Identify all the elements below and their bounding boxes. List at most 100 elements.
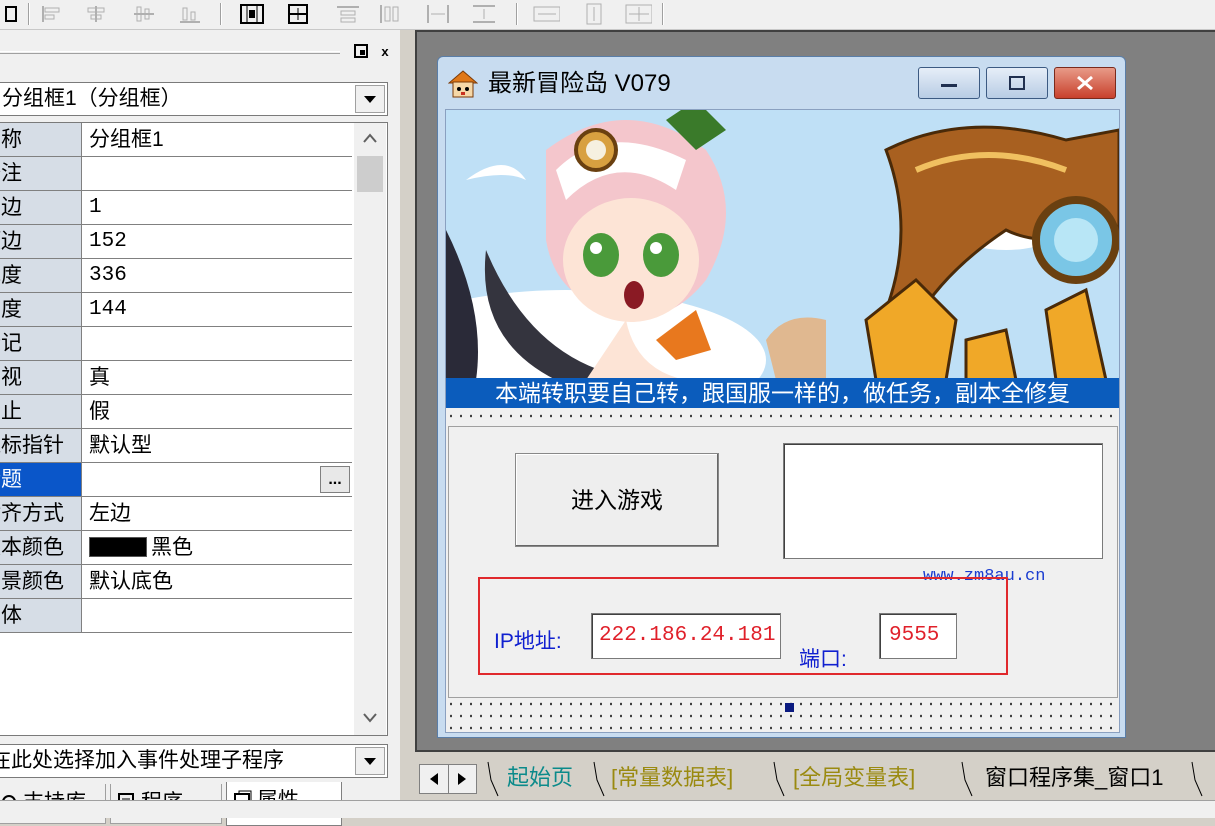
banner-caption: 本端转职要自己转，跟国服一样的，做任务，副本全修复 (446, 378, 1119, 408)
close-panel-icon[interactable]: x (376, 42, 394, 60)
port-label: 端口: (799, 648, 847, 671)
event-selector[interactable]: 在此处选择加入事件处理子程序 (0, 744, 388, 778)
distribute-h-icon[interactable] (334, 2, 362, 26)
ellipsis-button[interactable]: ... (320, 466, 350, 493)
toolbar-separator (516, 3, 518, 25)
property-value[interactable]: 152 (84, 225, 352, 258)
property-row[interactable]: 左边 1 (0, 191, 352, 225)
property-scrollbar[interactable] (354, 123, 386, 735)
chevron-down-icon[interactable] (355, 85, 385, 113)
scroll-up-icon[interactable] (363, 131, 377, 147)
tab-start-page[interactable]: 起始页 (507, 760, 573, 796)
tab-constants-table[interactable]: [常量数据表] (611, 760, 733, 796)
property-value[interactable] (84, 463, 352, 496)
property-value[interactable]: 144 (84, 293, 352, 326)
tab-window-program-set[interactable]: 窗口程序集_窗口1 (985, 760, 1163, 796)
tab-separator (487, 761, 499, 797)
toolbar-separator (220, 3, 222, 25)
property-value[interactable]: 黑色 (84, 531, 352, 564)
color-name: 黑色 (151, 536, 193, 559)
property-value[interactable]: 真 (84, 361, 352, 394)
property-value[interactable]: 默认底色 (84, 565, 352, 598)
property-row[interactable]: 名称 分组框1 (0, 123, 352, 157)
property-row[interactable]: 标记 (0, 327, 352, 361)
group-box[interactable]: 进入游戏 www.zm8au.cn IP地址: 222.186.24.181 端… (448, 426, 1118, 698)
property-row[interactable]: 对齐方式 左边 (0, 497, 352, 531)
scroll-down-icon[interactable] (363, 711, 377, 727)
ip-address-input[interactable]: 222.186.24.181 (591, 613, 781, 659)
property-value[interactable] (84, 157, 352, 190)
chevron-down-icon[interactable] (355, 747, 385, 775)
property-row[interactable]: 禁止 假 (0, 395, 352, 429)
minimize-button[interactable] (918, 67, 980, 99)
form-title: 最新冒险岛 V079 (488, 70, 671, 97)
center-form-icon[interactable] (624, 2, 652, 26)
tab-separator (773, 761, 785, 797)
close-button[interactable] (1054, 67, 1116, 99)
restore-panel-icon[interactable] (352, 42, 370, 60)
panel-grip[interactable] (0, 51, 340, 54)
align-left-icon[interactable] (38, 2, 66, 26)
tab-separator (961, 761, 973, 797)
form-title-bar: 最新冒险岛 V079 (438, 57, 1125, 109)
distribute-v-icon[interactable] (376, 2, 404, 26)
toolbar-edge-icon[interactable] (0, 2, 22, 26)
property-value[interactable] (84, 599, 352, 632)
picture-box[interactable] (783, 443, 1103, 559)
property-name: 文本颜色 (0, 531, 82, 564)
same-width-icon[interactable] (238, 2, 266, 26)
property-name: 禁止 (0, 395, 82, 428)
property-panel: x 分组框1（分组框） 名称 分组框1 备注 左边 1 顶边 152 宽度 33… (0, 30, 400, 826)
ip-label: IP地址: (494, 630, 562, 653)
property-grid: 名称 分组框1 备注 左边 1 顶边 152 宽度 336 高度 144 标记 … (0, 122, 388, 736)
property-value[interactable]: 1 (84, 191, 352, 224)
port-input[interactable]: 9555 (879, 613, 957, 659)
property-row[interactable]: 顶边 152 (0, 225, 352, 259)
alignment-toolbar (0, 0, 1215, 30)
space-v-icon[interactable] (470, 2, 498, 26)
property-row[interactable]: 鼠标指针 默认型 (0, 429, 352, 463)
toolbar-separator (28, 3, 30, 25)
center-v-icon[interactable] (580, 2, 608, 26)
property-value[interactable]: 336 (84, 259, 352, 292)
same-height-icon[interactable] (284, 2, 312, 26)
property-name: 鼠标指针 (0, 429, 82, 462)
tab-global-variables[interactable]: [全局变量表] (793, 760, 915, 796)
banner-image: 本端转职要自己转，跟国服一样的，做任务，副本全修复 (446, 110, 1119, 408)
property-row[interactable]: 文本颜色 黑色 (0, 531, 352, 565)
property-value[interactable] (84, 327, 352, 360)
close-icon (1077, 75, 1093, 91)
property-row[interactable]: 字体 (0, 599, 352, 633)
property-value[interactable]: 假 (84, 395, 352, 428)
property-name: 对齐方式 (0, 497, 82, 530)
property-row[interactable]: 备注 (0, 157, 352, 191)
property-row[interactable]: 背景颜色 默认底色 (0, 565, 352, 599)
scrollbar-thumb[interactable] (357, 156, 383, 192)
property-row[interactable]: 可视 真 (0, 361, 352, 395)
object-selector[interactable]: 分组框1（分组框） (0, 82, 388, 116)
property-value[interactable]: 左边 (84, 497, 352, 530)
align-center-h-icon[interactable] (82, 2, 110, 26)
tab-prev-icon[interactable] (420, 765, 449, 793)
maple-icon (447, 69, 479, 99)
center-h-icon[interactable] (532, 2, 560, 26)
align-center-v-icon[interactable] (130, 2, 158, 26)
property-row-selected[interactable]: 标题 ... (0, 463, 352, 497)
maximize-button[interactable] (986, 67, 1048, 99)
property-name: 左边 (0, 191, 82, 224)
form-window[interactable]: 最新冒险岛 V079 本端转职要自己转，跟国服一样的，做任务，副本全修复 进入游… (437, 56, 1126, 738)
resize-handle[interactable] (785, 703, 794, 712)
property-value[interactable]: 分组框1 (84, 123, 352, 156)
tab-next-icon[interactable] (449, 765, 477, 793)
enter-game-button[interactable]: 进入游戏 (515, 453, 719, 547)
space-h-icon[interactable] (424, 2, 452, 26)
property-value[interactable]: 默认型 (84, 429, 352, 462)
align-bottom-icon[interactable] (176, 2, 204, 26)
property-row[interactable]: 高度 144 (0, 293, 352, 327)
status-bar (0, 800, 1215, 818)
property-name: 标题 (0, 463, 82, 496)
property-row[interactable]: 宽度 336 (0, 259, 352, 293)
property-name: 可视 (0, 361, 82, 394)
property-name: 字体 (0, 599, 82, 632)
panel-title-bar: x (0, 40, 400, 64)
